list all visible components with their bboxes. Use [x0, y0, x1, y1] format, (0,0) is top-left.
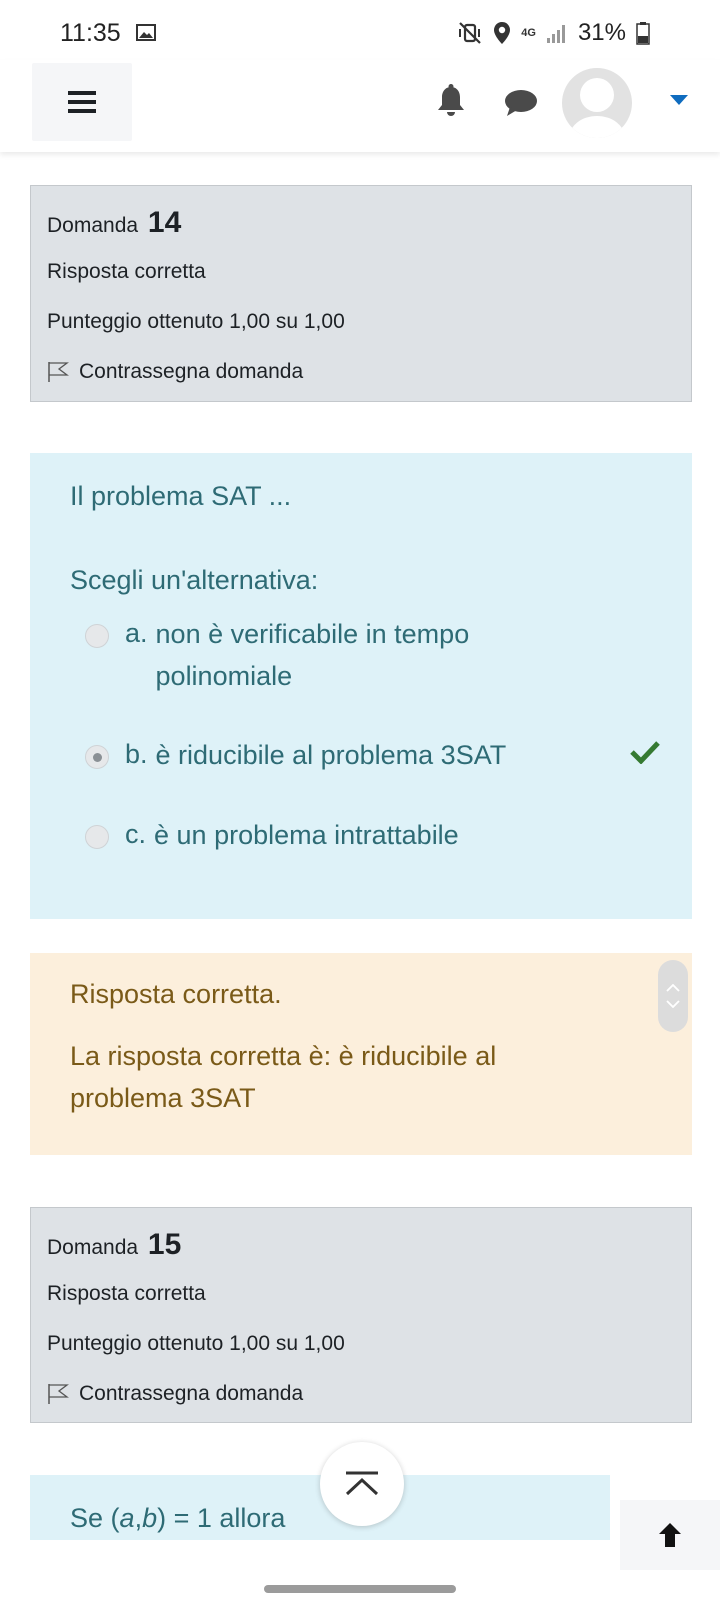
feedback-right-answer: La risposta corretta è: è riducibile al … [70, 1041, 497, 1113]
network-type: 4G [521, 26, 536, 39]
answer-option-c[interactable]: c. è un problema intrattabile [85, 819, 514, 856]
option-text: è un problema intrattabile [154, 820, 459, 850]
radio-option-b[interactable] [85, 745, 109, 769]
feedback-state: Risposta corretta. [70, 979, 282, 1009]
double-chevron-up-icon [345, 1471, 379, 1496]
text-part: ) = 1 allora [157, 1503, 286, 1533]
signal-icon [546, 25, 565, 43]
chevron-down-icon [666, 1000, 680, 1008]
question-state: Risposta corretta [47, 260, 206, 283]
chevron-up-icon [666, 984, 680, 992]
text-part: , [134, 1503, 143, 1533]
user-avatar[interactable] [562, 68, 632, 138]
question-info-14: Domanda 14 Risposta corretta Punteggio o… [30, 185, 692, 402]
var-a: a [119, 1503, 135, 1533]
messages-chat-icon[interactable] [504, 88, 538, 118]
question-formulation-14: Il problema SAT ... Scegli un'alternativ… [30, 453, 692, 919]
option-text: è riducibile al problema 3SAT [155, 740, 507, 770]
default-user-icon [569, 78, 625, 138]
question-number-value: 14 [147, 206, 182, 239]
option-text: non è verificabile in tempo polinomiale [155, 619, 470, 691]
option-letter: a. [125, 618, 148, 648]
flag-label: Contrassegna domanda [79, 360, 304, 383]
notifications-bell-icon[interactable] [436, 84, 466, 118]
top-navbar [0, 60, 720, 152]
battery-icon [636, 22, 650, 45]
user-menu-caret-icon[interactable] [670, 95, 688, 105]
status-time: 11:35 [60, 19, 121, 47]
scroll-up-button[interactable] [620, 1500, 720, 1570]
location-icon [494, 22, 511, 44]
question-label: Domanda [47, 1236, 139, 1259]
question-number-value: 15 [147, 1228, 182, 1261]
vibrate-mute-icon [459, 22, 482, 44]
hamburger-icon [68, 91, 96, 113]
gallery-notification-icon [136, 24, 156, 41]
question-label: Domanda [47, 214, 139, 237]
question-text: Il problema SAT ... [70, 481, 292, 511]
radio-option-a[interactable] [85, 624, 109, 648]
option-letter: c. [125, 819, 147, 849]
menu-button[interactable] [32, 63, 132, 141]
question-text: Se (a,b) = 1 allora [70, 1503, 285, 1534]
question-number: Domanda 15 [47, 1228, 181, 1262]
question-info-15: Domanda 15 Risposta corretta Punteggio o… [30, 1207, 692, 1423]
flag-label: Contrassegna domanda [79, 1382, 304, 1405]
option-letter: b. [125, 739, 148, 769]
text-part: Se ( [70, 1503, 120, 1533]
back-to-top-button[interactable] [320, 1442, 404, 1526]
correct-checkmark-icon [630, 741, 660, 764]
status-icons: 4G 31% [457, 18, 650, 48]
question-grade: Punteggio ottenuto 1,00 su 1,00 [47, 310, 345, 333]
answer-prompt: Scegli un'alternativa: [70, 565, 319, 595]
arrow-up-icon [659, 1523, 681, 1547]
flag-icon [48, 362, 69, 382]
radio-option-c[interactable] [85, 825, 109, 849]
question-grade: Punteggio ottenuto 1,00 su 1,00 [47, 1332, 345, 1355]
battery-percent: 31% [577, 19, 626, 46]
question-state: Risposta corretta [47, 1282, 206, 1305]
status-bar: 11:35 4G 31% [0, 0, 720, 64]
question-number: Domanda 14 [47, 206, 181, 240]
answer-option-b[interactable]: b. è riducibile al problema 3SAT [85, 739, 516, 776]
answer-option-a[interactable]: a. non è verificabile in tempo polinomia… [85, 618, 516, 697]
gesture-home-bar[interactable] [264, 1585, 456, 1593]
question-feedback-14: Risposta corretta. La risposta corretta … [30, 953, 692, 1155]
var-b: b [142, 1503, 158, 1533]
flag-icon [48, 1384, 69, 1404]
flag-question-link[interactable]: Contrassegna domanda [47, 1382, 303, 1406]
flag-question-link[interactable]: Contrassegna domanda [47, 360, 303, 384]
scroll-handle[interactable] [658, 960, 688, 1032]
